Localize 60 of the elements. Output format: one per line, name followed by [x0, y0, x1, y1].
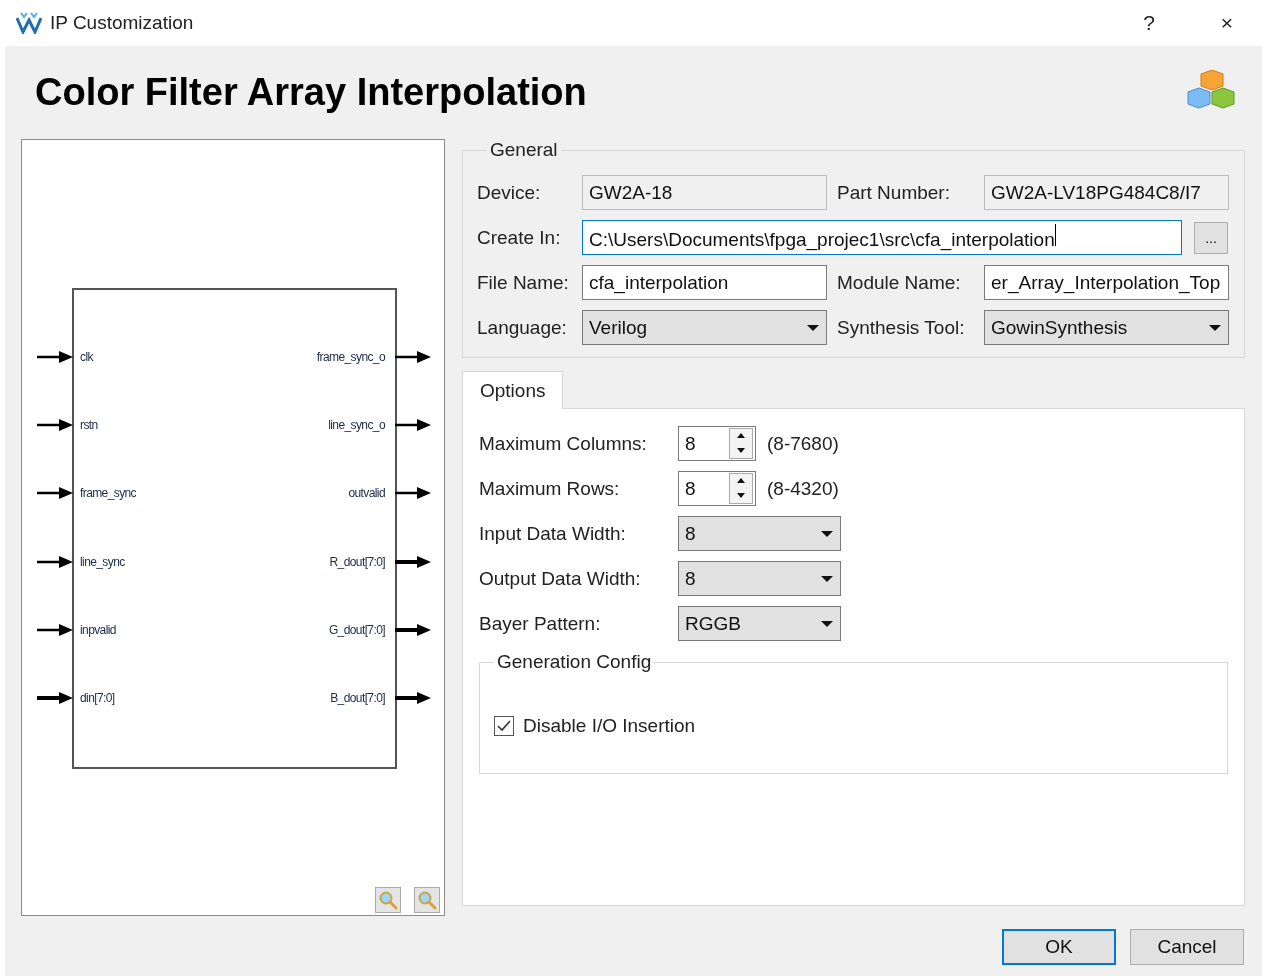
input-field[interactable]: cfa_interpolation: [582, 265, 827, 300]
dropdown-arrow-icon: [820, 529, 834, 538]
ok-button[interactable]: OK: [1002, 929, 1116, 965]
range-hint: (8-4320): [767, 477, 839, 500]
field-label: Input Data Width:: [479, 522, 627, 545]
input-field[interactable]: GW2A-18: [582, 175, 827, 210]
logo-icon: [16, 12, 42, 34]
dropdown-arrow-icon: [1208, 323, 1222, 332]
disable-io-checkbox[interactable]: Disable I/O Insertion: [494, 715, 1213, 737]
dropdown-arrow-icon: [806, 323, 820, 332]
field-label: Bayer Pattern:: [479, 612, 602, 635]
dropdown[interactable]: GowinSynthesis: [984, 310, 1229, 345]
field-label: Module Name:: [837, 271, 962, 294]
dropdown-arrow-icon: [820, 574, 834, 583]
field-label: Part Number:: [837, 181, 951, 204]
checkmark-icon: [497, 720, 511, 732]
input-field[interactable]: C:\Users\Documents\fpga_projec1\src\cfa_interpolation: [582, 220, 1182, 255]
browse-button[interactable]: ...: [1194, 221, 1228, 254]
dropdown-arrow-icon: [820, 619, 834, 628]
pin-label: line_sync_o: [328, 418, 385, 433]
pin-label: line_sync: [80, 554, 125, 569]
field-label: Output Data Width:: [479, 567, 642, 590]
spin-buttons[interactable]: [729, 428, 753, 459]
pin-label: frame_sync: [80, 486, 137, 501]
input-field[interactable]: GW2A-LV18PG484C8/I7: [984, 175, 1229, 210]
field-label: Maximum Columns:: [479, 432, 648, 455]
pin-label: din[7:0]: [80, 691, 115, 705]
field-label: Maximum Rows:: [479, 477, 621, 500]
help-button[interactable]: ?: [1114, 11, 1184, 35]
field-label: File Name:: [477, 271, 570, 294]
window-title: IP Customization: [50, 12, 195, 34]
zoom-icon: [378, 890, 398, 910]
field-label: Synthesis Tool:: [837, 316, 966, 339]
pin-label: frame_sync_o: [316, 350, 385, 364]
dropdown[interactable]: 8: [678, 516, 841, 551]
zoom-icon: [417, 890, 437, 910]
close-button[interactable]: ×: [1192, 11, 1262, 35]
spin-buttons[interactable]: [729, 473, 753, 504]
field-label: Language:: [477, 316, 568, 339]
pin-label: rstn: [80, 418, 98, 433]
page-heading: Color Filter Array Interpolation: [35, 71, 587, 114]
pin-label: outvalid: [348, 486, 385, 501]
range-hint: (8-7680): [767, 432, 839, 455]
dropdown[interactable]: Verilog: [582, 310, 827, 345]
pin-label: B_dout[7:0]: [330, 691, 385, 705]
cancel-button[interactable]: Cancel: [1130, 929, 1244, 965]
spin-field[interactable]: 8: [678, 426, 756, 461]
field-label: Device:: [477, 181, 542, 204]
pin-label: R_dout[7:0]: [329, 554, 385, 569]
tab[interactable]: Options: [462, 371, 564, 409]
dropdown[interactable]: 8: [678, 561, 841, 596]
pin-label: inpvalid: [80, 622, 116, 637]
pin-label: clk: [80, 350, 93, 364]
pin-label: G_dout[7:0]: [328, 622, 385, 637]
input-field[interactable]: er_Array_Interpolation_Top: [984, 265, 1229, 300]
dropdown[interactable]: RGGB: [678, 606, 841, 641]
field-label: Create In:: [477, 226, 562, 249]
spin-field[interactable]: 8: [678, 471, 756, 506]
group-title: Generation Config: [496, 651, 653, 673]
group-title: General: [489, 139, 559, 161]
